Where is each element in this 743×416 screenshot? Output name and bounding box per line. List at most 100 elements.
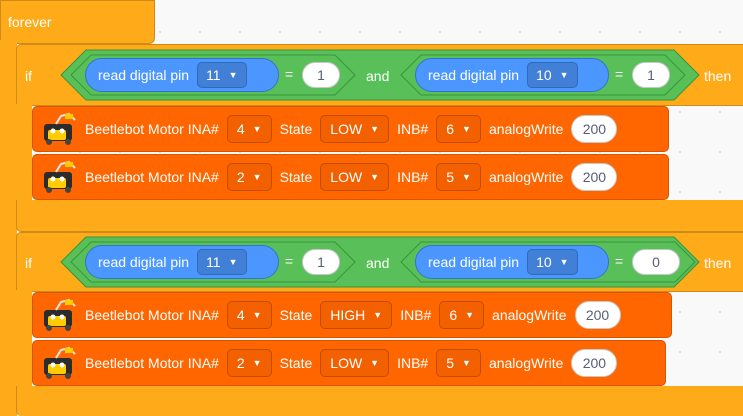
compare-value-input[interactable]: 1 <box>302 249 340 275</box>
pin-dropdown[interactable]: 11 ▼ <box>197 249 247 275</box>
analogwrite-label: analogWrite <box>488 169 564 185</box>
caret-down-icon: ▼ <box>462 172 471 182</box>
equals-operator: = <box>615 253 624 269</box>
caret-down-icon: ▼ <box>370 358 380 368</box>
if-block-1-bottom <box>16 200 743 232</box>
state-label: State <box>279 169 313 185</box>
caret-down-icon: ▼ <box>252 310 262 320</box>
caret-down-icon: ▼ <box>462 358 471 368</box>
if-block-2-arm <box>16 290 32 390</box>
ina-value: 2 <box>236 169 245 185</box>
motor-title: Beetlebot Motor INA# <box>85 169 219 185</box>
analogwrite-label: analogWrite <box>488 355 564 371</box>
ina-value: 4 <box>236 121 245 137</box>
beetlebot-icon <box>44 298 76 331</box>
caret-down-icon: ▼ <box>252 124 262 134</box>
caret-down-icon: ▼ <box>228 70 238 80</box>
pin-value: 11 <box>206 254 221 270</box>
if-block-2-bottom <box>16 386 743 416</box>
beetlebot-motor-block[interactable]: Beetlebot Motor INA# 4 ▼ State HIGH ▼ INB#… <box>32 292 672 338</box>
caret-down-icon: ▼ <box>559 70 569 80</box>
pin-dropdown[interactable]: 11 ▼ <box>197 62 247 88</box>
state-value: LOW <box>330 355 363 371</box>
pin-value: 10 <box>536 254 552 270</box>
sensor-label: read digital pin <box>98 67 190 83</box>
state-label: State <box>279 307 313 323</box>
beetlebot-icon <box>44 160 76 193</box>
inb-dropdown[interactable]: 5 ▼ <box>436 163 481 191</box>
pin-dropdown[interactable]: 10 ▼ <box>527 249 578 275</box>
equals-operator: = <box>285 66 294 82</box>
forever-label: forever <box>8 14 52 30</box>
analogwrite-input[interactable]: 200 <box>571 115 618 143</box>
compare-value-input[interactable]: 1 <box>632 62 670 88</box>
caret-down-icon: ▼ <box>370 124 380 134</box>
read-digital-pin-block[interactable]: read digital pin 11 ▼ <box>85 245 279 279</box>
then-label: then <box>704 255 732 271</box>
forever-arm <box>0 40 17 416</box>
caret-down-icon: ▼ <box>370 172 380 182</box>
pin-dropdown[interactable]: 10 ▼ <box>527 62 578 88</box>
state-dropdown[interactable]: LOW ▼ <box>320 163 390 191</box>
state-value: LOW <box>330 121 363 137</box>
analogwrite-label: analogWrite <box>492 307 567 323</box>
state-dropdown[interactable]: LOW ▼ <box>320 349 390 377</box>
compare-value-input[interactable]: 0 <box>632 249 680 275</box>
beetlebot-motor-block[interactable]: Beetlebot Motor INA# 2 ▼ State LOW ▼ INB# … <box>32 154 669 200</box>
beetlebot-icon <box>44 346 76 379</box>
then-label: then <box>704 68 732 84</box>
inb-value: 6 <box>449 307 458 323</box>
ina-dropdown[interactable]: 4 ▼ <box>226 115 272 143</box>
equals-operator: = <box>615 66 624 82</box>
inb-dropdown[interactable]: 6 ▼ <box>436 115 481 143</box>
state-value: LOW <box>330 169 363 185</box>
state-value: HIGH <box>330 307 366 323</box>
caret-down-icon: ▼ <box>373 310 383 320</box>
analogwrite-input[interactable]: 200 <box>571 349 618 377</box>
read-digital-pin-block[interactable]: read digital pin 11 ▼ <box>85 58 279 92</box>
caret-down-icon: ▼ <box>252 358 262 368</box>
inb-value: 6 <box>446 121 455 137</box>
analogwrite-input[interactable]: 200 <box>574 301 621 329</box>
motor-title: Beetlebot Motor INA# <box>85 307 219 323</box>
if-label: if <box>25 68 32 84</box>
beetlebot-motor-block[interactable]: Beetlebot Motor INA# 4 ▼ State LOW ▼ INB# … <box>32 106 669 152</box>
motor-title: Beetlebot Motor INA# <box>85 355 219 371</box>
pin-value: 10 <box>536 67 552 83</box>
state-dropdown[interactable]: LOW ▼ <box>320 115 390 143</box>
compare-value-input[interactable]: 1 <box>302 62 340 88</box>
state-label: State <box>279 121 313 137</box>
inb-value: 5 <box>446 169 455 185</box>
beetlebot-motor-block[interactable]: Beetlebot Motor INA# 2 ▼ State LOW ▼ INB# … <box>32 340 666 386</box>
analogwrite-input[interactable]: 200 <box>571 163 618 191</box>
ina-value: 2 <box>236 355 245 371</box>
ina-dropdown[interactable]: 2 ▼ <box>226 163 272 191</box>
if-block-1-arm <box>16 104 32 204</box>
ina-dropdown[interactable]: 4 ▼ <box>226 301 272 329</box>
inb-dropdown[interactable]: 5 ▼ <box>436 349 481 377</box>
and-operator-1[interactable]: read digital pin 11 ▼ = 1 and read digit… <box>60 49 700 101</box>
read-digital-pin-block[interactable]: read digital pin 10 ▼ <box>415 58 609 92</box>
if-label: if <box>25 255 32 271</box>
inb-value: 5 <box>446 355 455 371</box>
beetlebot-icon <box>44 112 76 145</box>
caret-down-icon: ▼ <box>252 172 262 182</box>
state-label: State <box>279 355 313 371</box>
inb-dropdown[interactable]: 6 ▼ <box>439 301 485 329</box>
sensor-label: read digital pin <box>98 254 190 270</box>
sensor-label: read digital pin <box>428 254 520 270</box>
and-label: and <box>366 68 390 84</box>
and-operator-2[interactable]: read digital pin 11 ▼ = 1 and read digit… <box>60 236 700 288</box>
state-dropdown[interactable]: HIGH ▼ <box>320 301 393 329</box>
caret-down-icon: ▼ <box>228 257 238 267</box>
motor-title: Beetlebot Motor INA# <box>85 121 219 137</box>
analogwrite-label: analogWrite <box>488 121 564 137</box>
sensor-label: read digital pin <box>428 67 520 83</box>
read-digital-pin-block[interactable]: read digital pin 10 ▼ <box>415 245 609 279</box>
pin-value: 11 <box>206 67 221 83</box>
caret-down-icon: ▼ <box>462 124 471 134</box>
caret-down-icon: ▼ <box>559 257 569 267</box>
ina-value: 4 <box>236 307 245 323</box>
ina-dropdown[interactable]: 2 ▼ <box>226 349 272 377</box>
and-label: and <box>366 255 390 271</box>
